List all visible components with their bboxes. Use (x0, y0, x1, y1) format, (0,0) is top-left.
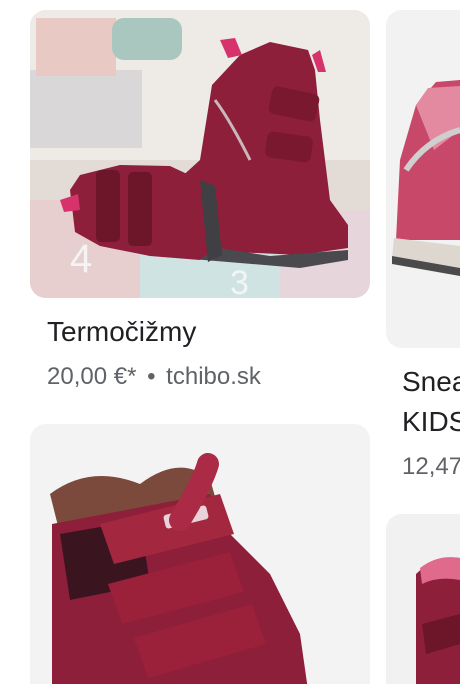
meta-separator: • (147, 363, 156, 390)
product-price: 12,47 (402, 453, 460, 480)
product-card-sneakers[interactable]: Snea KIDS 12,47 (386, 0, 460, 490)
product-image[interactable] (30, 424, 370, 684)
svg-text:3: 3 (230, 264, 249, 298)
product-price: 20,00 €* (47, 363, 137, 390)
product-card-termocizmy[interactable]: 4 3 Termočižmy 20,00 €* • tchibo.sk (0, 0, 380, 420)
product-title[interactable]: Termočižmy (47, 314, 196, 350)
product-card-pink-boot[interactable] (386, 514, 460, 684)
product-source[interactable]: tchibo.sk (166, 363, 261, 390)
product-image[interactable] (386, 514, 460, 684)
product-image[interactable]: 4 3 (30, 10, 370, 298)
product-card-velcro-boot[interactable] (0, 420, 380, 684)
svg-text:4: 4 (70, 237, 92, 281)
product-title-line-2[interactable]: KIDS (402, 404, 460, 440)
pink-sneaker-image (386, 10, 460, 348)
shopping-results-grid: 4 3 Termočižmy 20,00 €* • tchibo.sk Snea… (0, 0, 460, 684)
burgundy-velcro-boot-image (30, 424, 370, 684)
product-title-line-1[interactable]: Snea (402, 364, 460, 400)
product-image[interactable] (386, 10, 460, 348)
red-kids-winter-boots-image: 4 3 (30, 10, 370, 298)
product-price-source: 20,00 €* • tchibo.sk (47, 362, 261, 392)
pink-boot-partial-image (386, 514, 460, 684)
